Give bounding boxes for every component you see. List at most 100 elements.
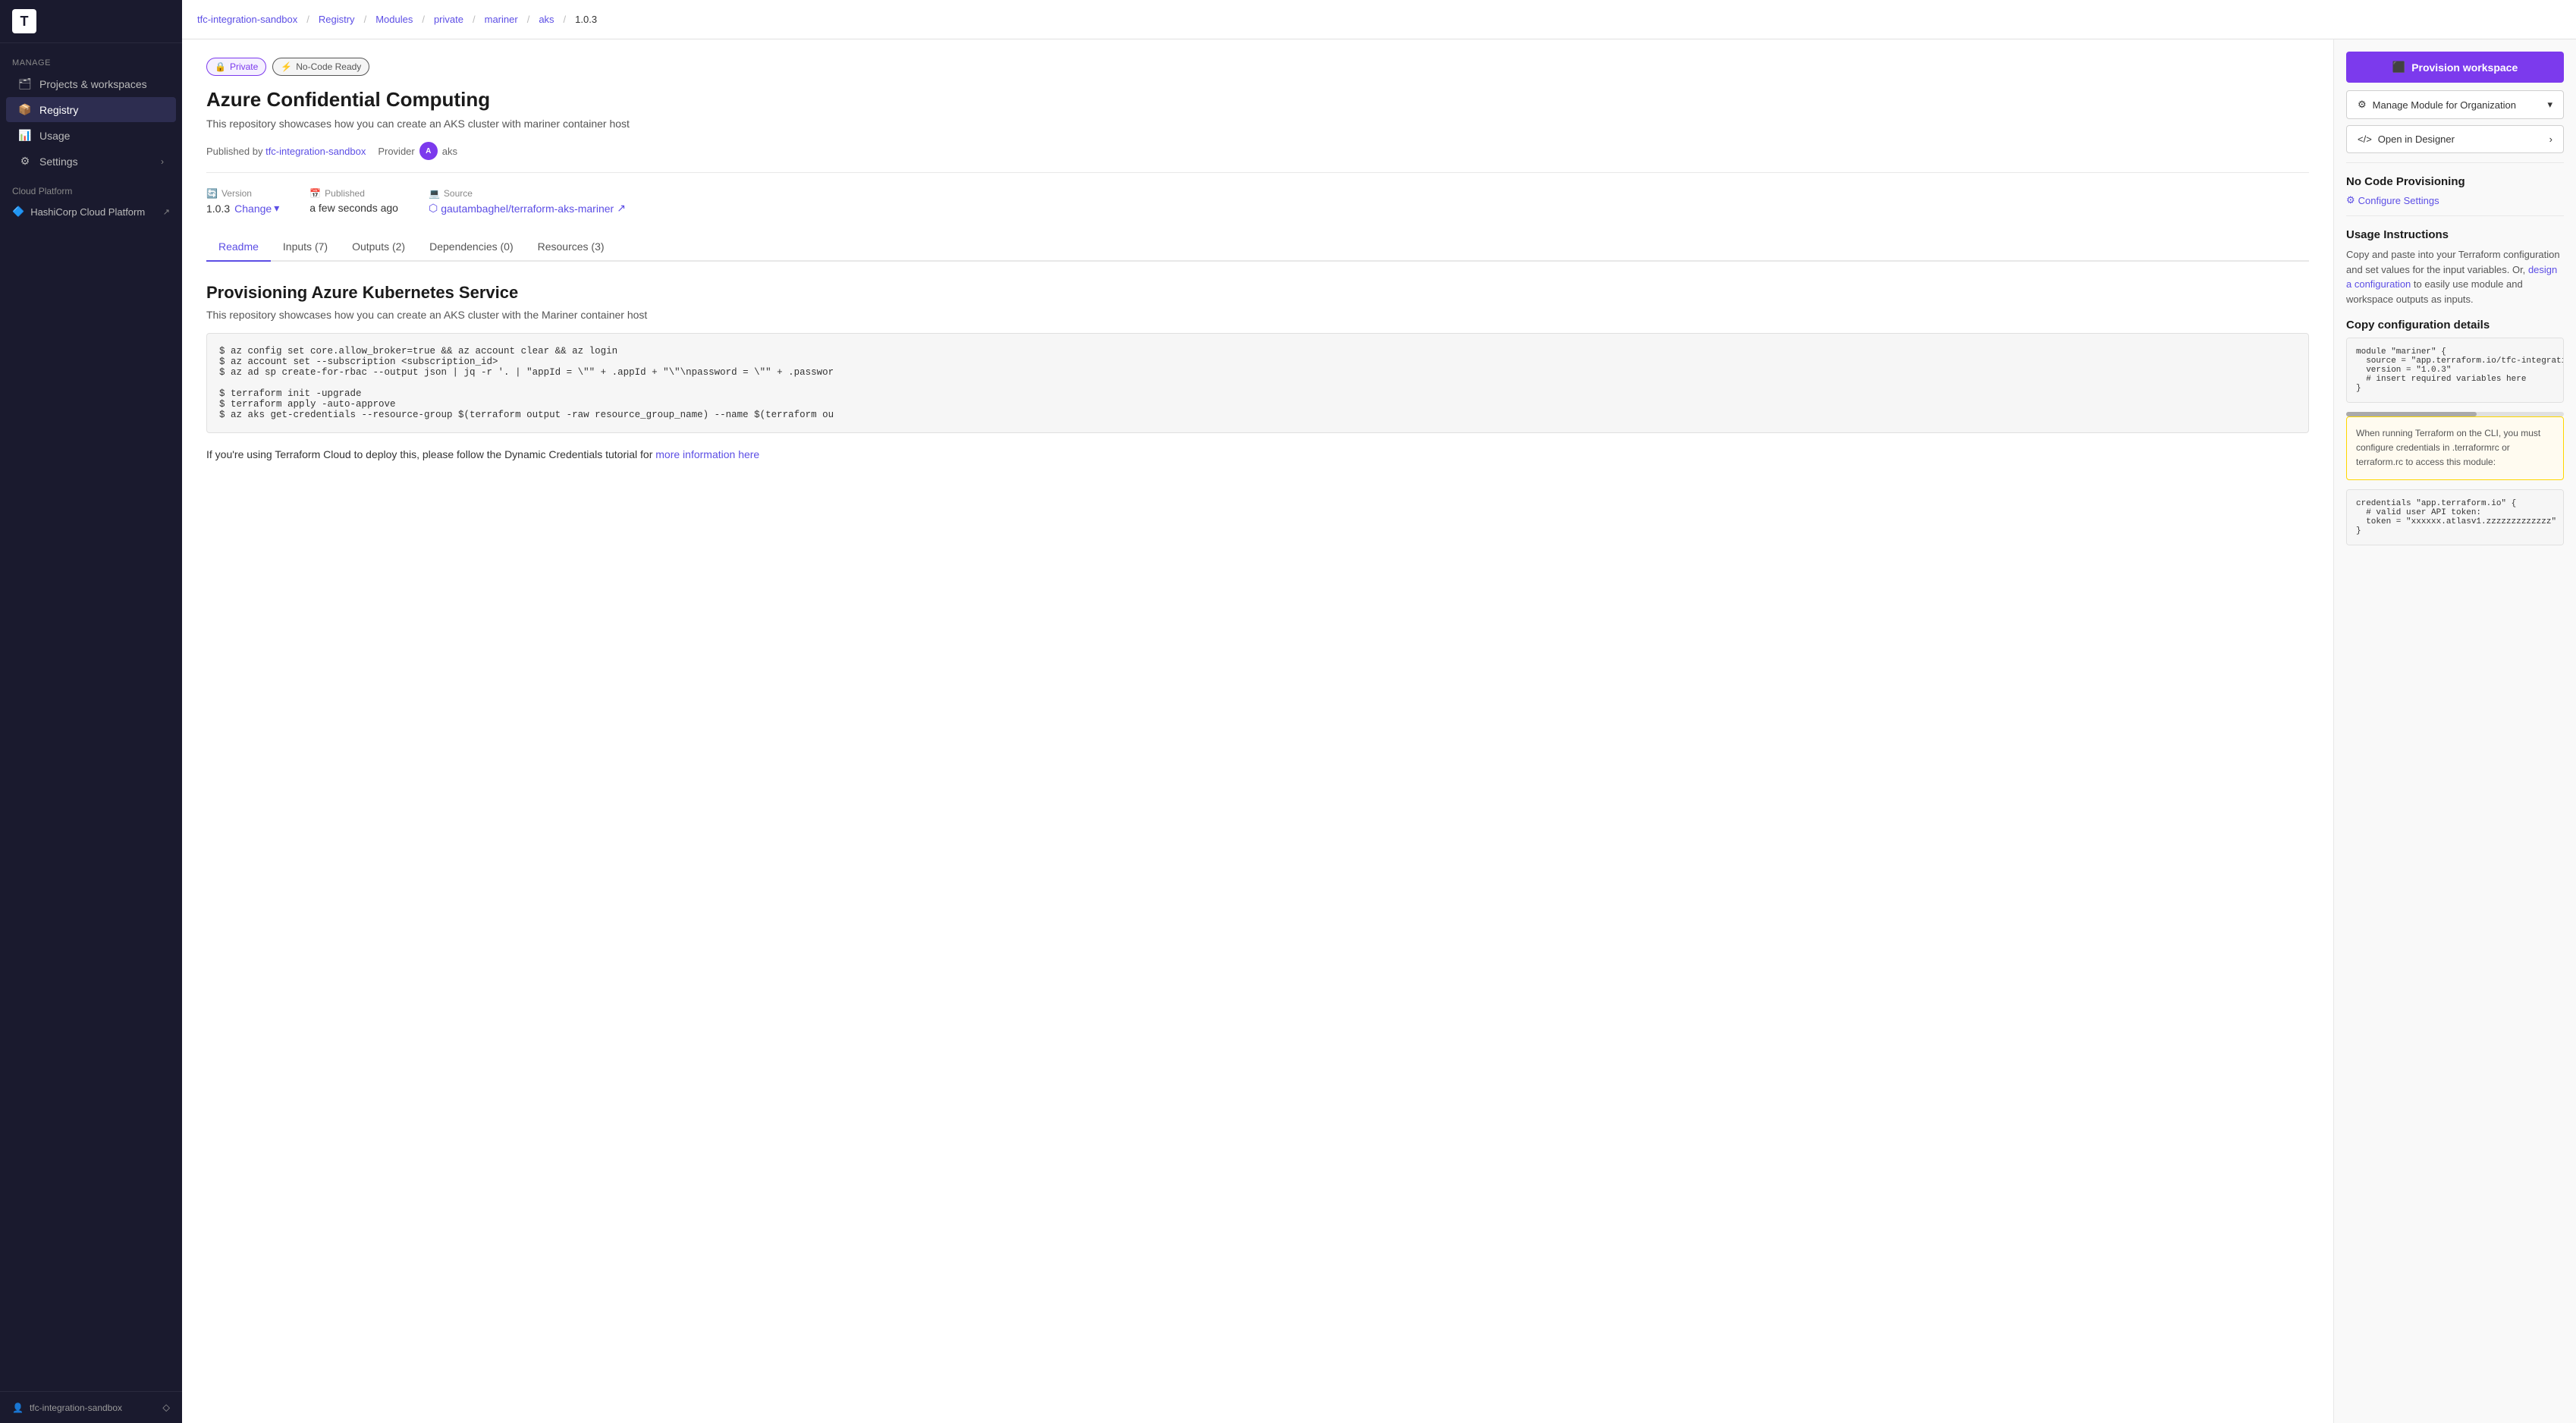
badges-container: 🔒 Private ⚡ No-Code Ready (206, 58, 2309, 76)
provider-name: aks (442, 146, 457, 157)
configure-settings-link[interactable]: ⚙ Configure Settings (2346, 194, 2564, 206)
footer-diamond-icon[interactable]: ⬦ (162, 1401, 170, 1414)
provider-info: Provider A aks (378, 142, 457, 160)
readme-info-text: If you're using Terraform Cloud to deplo… (206, 448, 2309, 460)
sidebar-item-settings-label: Settings (39, 155, 78, 168)
sidebar-item-usage[interactable]: 📊 Usage (6, 123, 176, 148)
breadcrumb-modules[interactable]: Modules (375, 14, 413, 25)
more-info-link[interactable]: more information here (655, 448, 759, 460)
breadcrumb-sep-6: / (564, 14, 567, 25)
app-logo[interactable]: T (12, 9, 36, 33)
chevron-down-icon: ▾ (2547, 99, 2552, 111)
hashicorp-label: HashiCorp Cloud Platform (30, 206, 145, 218)
github-icon: ⬡ (429, 202, 438, 215)
sidebar-item-usage-label: Usage (39, 130, 70, 142)
published-value: a few seconds ago (309, 202, 398, 214)
private-badge-label: Private (230, 61, 258, 72)
usage-text: Copy and paste into your Terraform confi… (2346, 247, 2564, 306)
sidebar-header: T (0, 0, 182, 43)
sidebar-item-registry[interactable]: 📦 Registry (6, 97, 176, 122)
breadcrumb-sep-5: / (527, 14, 530, 25)
breadcrumb-sep-2: / (364, 14, 367, 25)
credentials-code-block: credentials "app.terraform.io" { # valid… (2346, 489, 2564, 545)
readme-section-desc: This repository showcases how you can cr… (206, 309, 2309, 321)
source-value: ⬡ gautambaghel/terraform-aks-mariner ↗ (429, 202, 626, 215)
external-link-icon: ↗ (163, 207, 170, 217)
sidebar-item-projects[interactable]: 🗂 Projects & workspaces (6, 71, 176, 96)
hashicorp-icon: 🔷 (12, 206, 24, 218)
nocode-badge: ⚡ No-Code Ready (272, 58, 369, 76)
tab-outputs[interactable]: Outputs (2) (340, 233, 417, 262)
settings-icon: ⚙ (18, 155, 32, 168)
usage-icon: 📊 (18, 129, 32, 142)
readme-code-block: $ az config set core.allow_broker=true &… (206, 333, 2309, 433)
provision-workspace-button[interactable]: ⬛ Provision workspace (2346, 52, 2564, 83)
source-block: 💻 Source ⬡ gautambaghel/terraform-aks-ma… (429, 188, 626, 215)
published-by-link[interactable]: tfc-integration-sandbox (265, 146, 366, 157)
manage-module-dropdown[interactable]: ⚙ Manage Module for Organization ▾ (2346, 90, 2564, 119)
sidebar-item-projects-label: Projects & workspaces (39, 78, 147, 90)
cloud-platform-section: Cloud Platform 🔷 HashiCorp Cloud Platfor… (0, 180, 182, 224)
version-value: 1.0.3 Change ▾ (206, 202, 279, 215)
version-label: 🔄 Version (206, 188, 279, 199)
sidebar: T Manage 🗂 Projects & workspaces 📦 Regis… (0, 0, 182, 1423)
projects-icon: 🗂 (18, 77, 32, 90)
breadcrumb-org[interactable]: tfc-integration-sandbox (197, 14, 297, 25)
tab-dependencies[interactable]: Dependencies (0) (417, 233, 526, 262)
module-title: Azure Confidential Computing (206, 88, 2309, 112)
source-link[interactable]: ⬡ gautambaghel/terraform-aks-mariner ↗ (429, 202, 626, 215)
cli-info-box: When running Terraform on the CLI, you m… (2346, 416, 2564, 480)
breadcrumb-mariner[interactable]: mariner (485, 14, 518, 25)
right-panel: ⬛ Provision workspace ⚙ Manage Module fo… (2333, 39, 2576, 1423)
content-area: 🔒 Private ⚡ No-Code Ready Azure Confiden… (182, 39, 2576, 1423)
sidebar-footer: 👤 tfc-integration-sandbox ⬦ (0, 1391, 182, 1423)
private-badge: 🔒 Private (206, 58, 266, 76)
sidebar-item-settings[interactable]: ⚙ Settings › (6, 149, 176, 174)
version-change-link[interactable]: Change ▾ (234, 202, 279, 215)
divider-1 (2346, 162, 2564, 163)
version-icon: 🔄 (206, 188, 218, 199)
open-designer-dropdown[interactable]: </> Open in Designer › (2346, 125, 2564, 153)
breadcrumb-sep-4: / (473, 14, 476, 25)
source-label: 💻 Source (429, 188, 626, 199)
published-block: 📅 Published a few seconds ago (309, 188, 398, 215)
version-block: 🔄 Version 1.0.3 Change ▾ (206, 188, 279, 215)
info-row: 🔄 Version 1.0.3 Change ▾ 📅 Publish (206, 188, 2309, 215)
readme-section-title: Provisioning Azure Kubernetes Service (206, 283, 2309, 303)
published-label: 📅 Published (309, 188, 398, 199)
breadcrumb-sep-1: / (306, 14, 309, 25)
topbar: tfc-integration-sandbox / Registry / Mod… (182, 0, 2576, 39)
module-content: 🔒 Private ⚡ No-Code Ready Azure Confiden… (182, 39, 2333, 1423)
code-icon: </> (2358, 134, 2372, 145)
chevron-down-icon: ▾ (274, 202, 279, 215)
copy-config-title: Copy configuration details (2346, 319, 2564, 331)
breadcrumb-version: 1.0.3 (575, 14, 597, 25)
open-designer-dropdown-left: </> Open in Designer (2358, 134, 2455, 145)
breadcrumb-private[interactable]: private (434, 14, 463, 25)
sidebar-item-hashicorp[interactable]: 🔷 HashiCorp Cloud Platform ↗ (0, 199, 182, 224)
registry-icon: 📦 (18, 103, 32, 116)
module-description: This repository showcases how you can cr… (206, 118, 2309, 130)
provider-avatar: A (419, 142, 438, 160)
config-code-block: module "mariner" { source = "app.terrafo… (2346, 338, 2564, 403)
published-icon: 📅 (309, 188, 321, 199)
nocode-icon: ⚡ (281, 61, 292, 72)
tab-resources[interactable]: Resources (3) (526, 233, 617, 262)
source-icon: 💻 (429, 188, 440, 199)
provision-icon: ⬛ (2392, 61, 2405, 74)
tab-inputs[interactable]: Inputs (7) (271, 233, 340, 262)
external-icon: ↗ (617, 202, 626, 215)
tab-readme[interactable]: Readme (206, 233, 271, 262)
tabs-container: Readme Inputs (7) Outputs (2) Dependenci… (206, 233, 2309, 262)
breadcrumb-registry[interactable]: Registry (319, 14, 355, 25)
divider-2 (2346, 215, 2564, 216)
module-meta: Published by tfc-integration-sandbox Pro… (206, 142, 2309, 173)
usage-instructions-title: Usage Instructions (2346, 228, 2564, 241)
breadcrumb-aks[interactable]: aks (539, 14, 554, 25)
readme-section: Provisioning Azure Kubernetes Service Th… (206, 283, 2309, 460)
gear-icon: ⚙ (2358, 99, 2367, 111)
sidebar-item-registry-label: Registry (39, 104, 78, 116)
user-icon: 👤 (12, 1403, 24, 1413)
published-by-label: Published by tfc-integration-sandbox (206, 146, 366, 157)
cloud-platform-label: Cloud Platform (0, 180, 182, 199)
